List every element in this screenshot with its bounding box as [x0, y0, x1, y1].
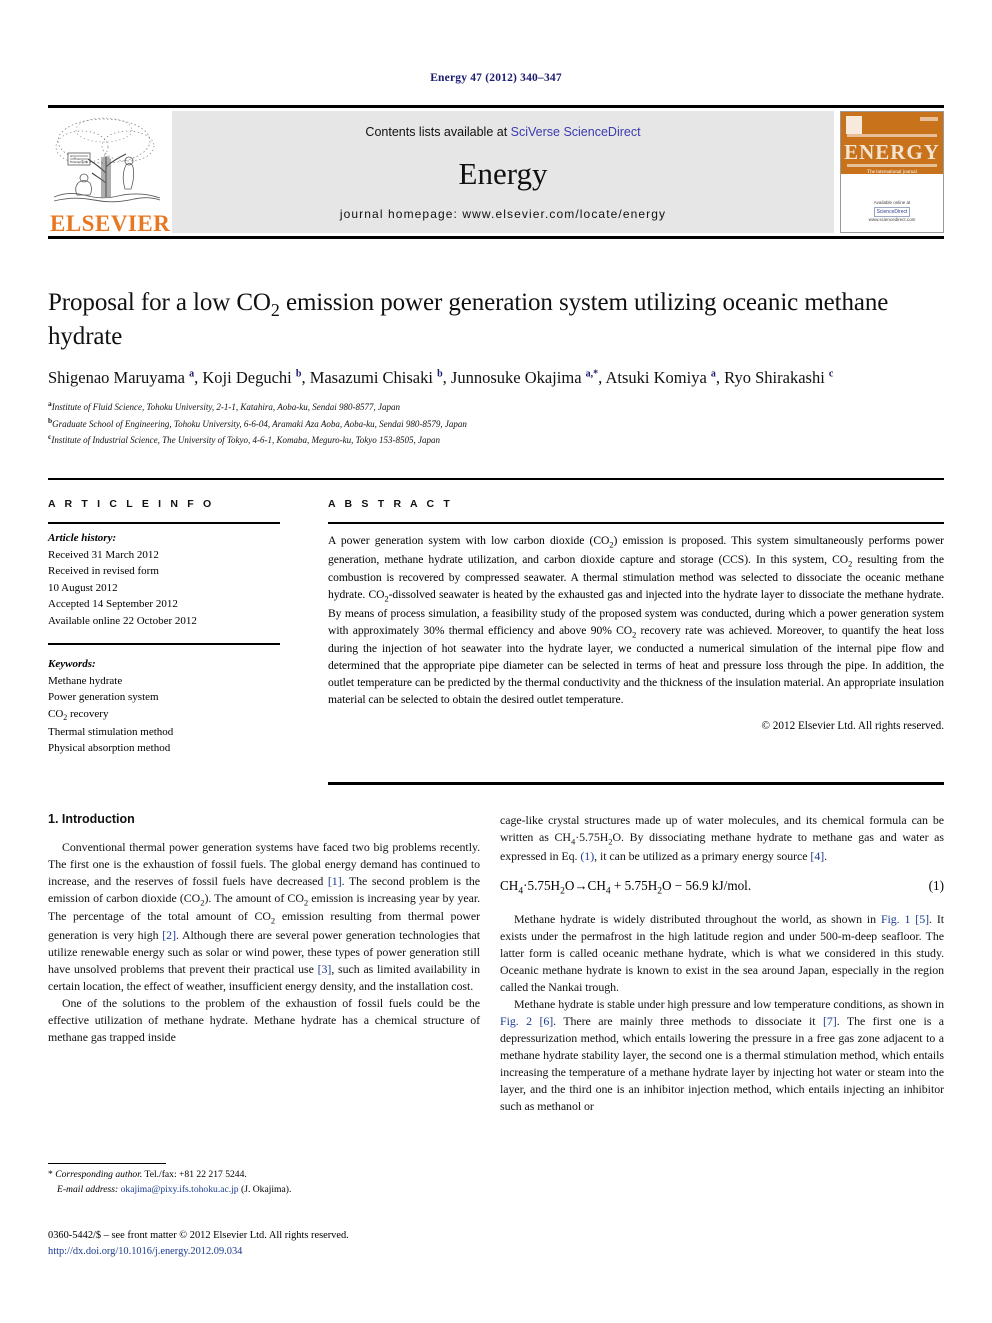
abstract-section: A B S T R A C T A power generation syste…: [328, 498, 944, 732]
page-title: Proposal for a low CO2 emission power ge…: [48, 289, 889, 350]
paragraph: Methane hydrate is stable under high pre…: [500, 996, 944, 1113]
cover-sciencedirect-mark: ScienceDirect: [874, 207, 910, 218]
keyword-item: CO2 recovery: [48, 707, 109, 722]
imprint-block: 0360-5442/$ – see front matter © 2012 El…: [48, 1228, 518, 1259]
cover-footer-line2: www.sciencedirect.com: [868, 217, 916, 223]
keywords: Keywords: Methane hydrate Power generatio…: [48, 656, 280, 757]
abstract-bottom-rule: [328, 782, 944, 785]
article-history-item: Available online 22 October 2012: [48, 614, 197, 627]
footnote-block: * Corresponding author. Tel./fax: +81 22…: [48, 1168, 480, 1198]
cover-elsevier-mini-icon: [846, 116, 862, 134]
paragraph: cage-like crystal structures made up of …: [500, 813, 944, 863]
masthead-top-rule: [48, 105, 944, 108]
equation-number: (1): [928, 878, 944, 894]
keyword-item: Methane hydrate: [48, 674, 123, 687]
journal-title: Energy: [458, 155, 548, 191]
paragraph: One of the solutions to the problem of t…: [48, 995, 480, 1044]
article-info-section: A R T I C L E I N F O Article history: R…: [48, 498, 280, 757]
cover-subtitle: The international journal: [867, 170, 917, 175]
abstract-rule: [328, 522, 944, 524]
elsevier-tree-icon: [52, 113, 162, 205]
affiliation-list: aInstitute of Fluid Science, Tohoku Univ…: [48, 398, 944, 448]
keyword-item: Thermal stimulation method: [48, 725, 174, 738]
email-label: E-mail address:: [57, 1183, 119, 1195]
title-block: Proposal for a low CO2 emission power ge…: [48, 288, 944, 448]
footnote-rule: [48, 1163, 166, 1164]
article-history-lines: Received 31 March 2012 Received in revise…: [48, 547, 280, 630]
journal-homepage-link[interactable]: journal homepage: www.elsevier.com/locat…: [340, 207, 666, 221]
elsevier-wordmark: ELSEVIER: [50, 211, 171, 236]
sciencedirect-link[interactable]: SciVerse ScienceDirect: [511, 125, 641, 139]
imprint-line: 0360-5442/$ – see front matter © 2012 El…: [48, 1230, 349, 1241]
article-history-label: Article history:: [48, 532, 117, 544]
article-history-item: Received 31 March 2012: [48, 548, 159, 561]
body-column-left: 1. Introduction Conventional thermal pow…: [48, 812, 480, 1046]
abstract-text: A power generation system with low carbo…: [328, 534, 944, 707]
paragraph: Methane hydrate is widely distributed th…: [500, 912, 944, 994]
keyword-lines: Methane hydrate Power generation system CO…: [48, 673, 280, 757]
corresponding-author-note: * Corresponding author. Tel./fax: +81 22…: [48, 1168, 480, 1183]
running-head: Energy 47 (2012) 340–347: [430, 72, 562, 84]
abstract-heading: A B S T R A C T: [328, 498, 453, 510]
cover-band-top: [847, 134, 937, 137]
masthead-bottom-rule: [48, 236, 944, 239]
article-info-heading: A R T I C L E I N F O: [48, 498, 215, 510]
corresponding-label: Corresponding author.: [55, 1169, 143, 1180]
keyword-item: Physical absorption method: [48, 742, 171, 755]
keyword-item: Power generation system: [48, 691, 159, 703]
affiliation: cInstitute of Industrial Science, The Un…: [48, 432, 441, 446]
tree-drawing-icon: [53, 117, 161, 203]
journal-masthead: ELSEVIER Contents lists available at Sci…: [48, 105, 944, 239]
keywords-rule: [48, 643, 280, 645]
section-heading-introduction: 1. Introduction: [48, 812, 135, 826]
paper-page: Energy 47 (2012) 340–347 ELSEVIER Conten…: [0, 0, 992, 1323]
email-person: (J. Okajima).: [241, 1183, 292, 1195]
cover-band-bottom: [847, 164, 937, 167]
doi-link[interactable]: http://dx.doi.org/10.1016/j.energy.2012.…: [48, 1244, 518, 1260]
corresponding-tel: Tel./fax: +81 22 217 5244.: [144, 1169, 247, 1180]
author-list: Shigenao Maruyama a, Koji Deguchi b, Mas…: [48, 368, 834, 388]
cover-footer: Available online at ScienceDirect www.sc…: [841, 200, 943, 225]
affiliation: aInstitute of Fluid Science, Tohoku Univ…: [48, 399, 400, 413]
affiliation: bGraduate School of Engineering, Tohoku …: [48, 415, 467, 429]
contents-available-line: Contents lists available at SciVerse Sci…: [365, 125, 640, 139]
elsevier-logo: ELSEVIER: [48, 111, 171, 236]
journal-banner: Contents lists available at SciVerse Sci…: [172, 111, 834, 233]
cover-footer-line1: Available online at: [873, 199, 911, 205]
article-info-rule: [48, 522, 280, 524]
email-note: E-mail address: okajima@pixy.ifs.tohoku.…: [48, 1183, 480, 1198]
article-history-item: Accepted 14 September 2012: [48, 598, 178, 610]
email-link[interactable]: okajima@pixy.ifs.tohoku.ac.jp: [121, 1184, 239, 1195]
article-history-item: Received in revised form: [48, 565, 159, 577]
equation-body: CH4·5.75H2O→CH4 + 5.75H2O − 56.9 kJ/mol.: [500, 878, 752, 898]
paragraph: Conventional thermal power generation sy…: [48, 840, 481, 993]
info-top-rule: [48, 478, 944, 480]
body-column-right: cage-like crystal structures made up of …: [500, 812, 944, 1115]
journal-cover-image: ENERGY The international journal Availab…: [840, 111, 944, 233]
corresponding-marker: *: [48, 1169, 53, 1180]
article-history: Article history: Received 31 March 2012 R…: [48, 530, 280, 629]
abstract-copyright: © 2012 Elsevier Ltd. All rights reserved…: [761, 720, 945, 733]
cover-title: ENERGY: [844, 140, 940, 164]
keywords-label: Keywords:: [48, 658, 96, 670]
contents-prefix: Contents lists available at: [365, 125, 511, 139]
article-history-item: 10 August 2012: [48, 581, 118, 594]
cover-issn-bar: [920, 117, 938, 121]
equation-1: CH4·5.75H2O→CH4 + 5.75H2O − 56.9 kJ/mol.…: [500, 878, 944, 897]
